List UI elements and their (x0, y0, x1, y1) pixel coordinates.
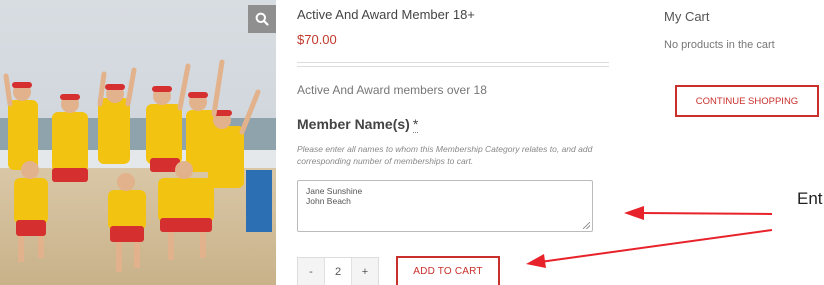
arrow-to-add-cart (539, 229, 773, 263)
arrow-head-icon (624, 206, 644, 220)
arrow-head-icon (526, 254, 546, 268)
annotation-text: Ent (797, 189, 823, 208)
annotation-arrows (526, 206, 773, 268)
arrow-to-textarea (639, 212, 773, 215)
